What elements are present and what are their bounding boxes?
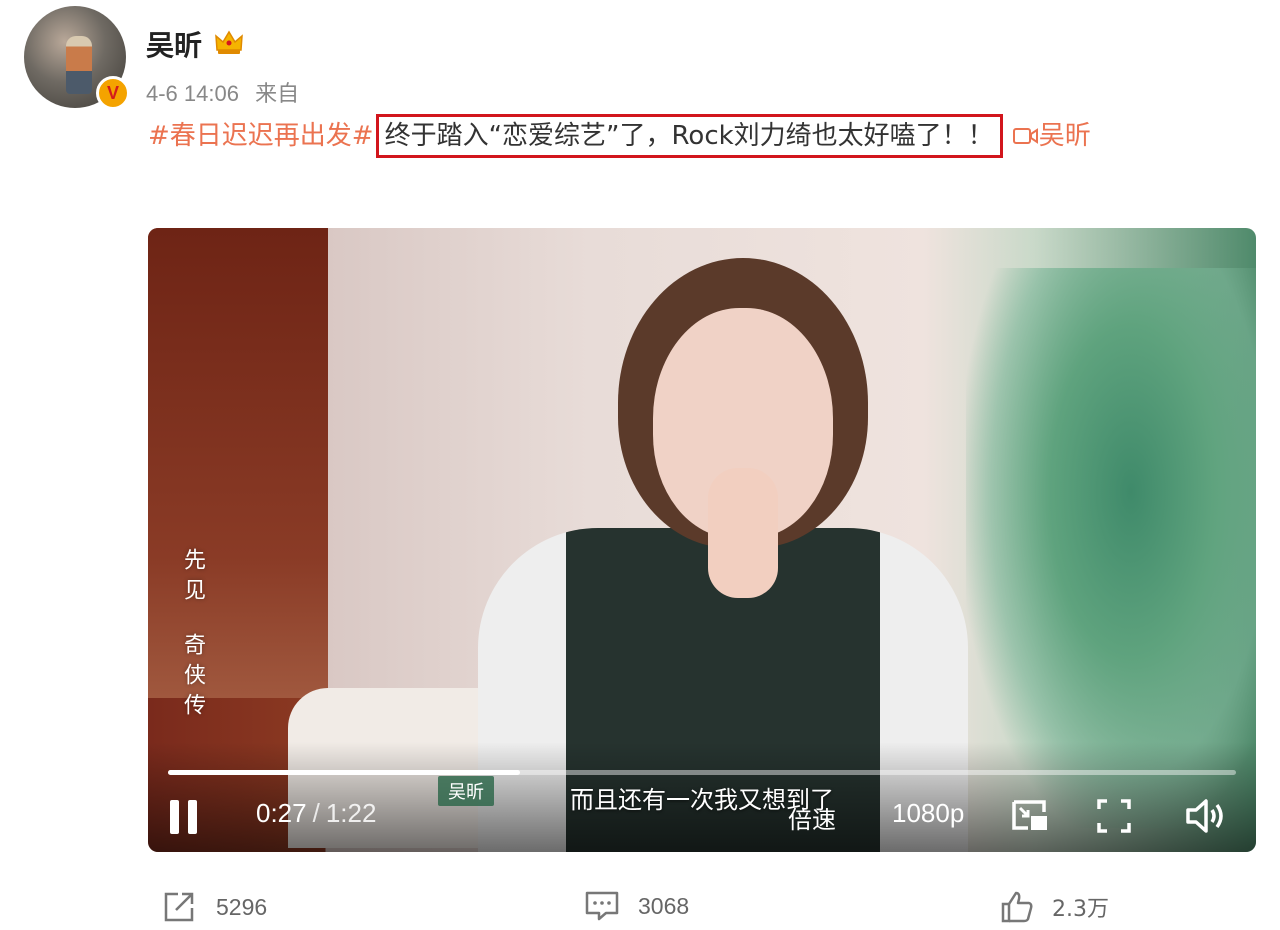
- video-link-icon: [1012, 128, 1038, 144]
- verified-badge: V: [96, 76, 130, 110]
- current-time: 0:27: [256, 798, 307, 828]
- progress-bar[interactable]: [168, 770, 1236, 775]
- highlighted-text: 终于踏入“恋爱综艺”了，Rock刘力绮也太好嗑了！！: [375, 114, 1003, 158]
- comment-icon: [585, 891, 619, 921]
- picture-in-picture-icon[interactable]: [1010, 798, 1050, 834]
- post-time[interactable]: 4-6 14:06: [146, 81, 239, 106]
- duration: 1:22: [325, 798, 377, 828]
- video-scene-hand: [708, 468, 778, 598]
- show-logo: 先见 奇侠传: [154, 548, 208, 748]
- video-player[interactable]: 先见 奇侠传 吴昕 而且还有一次我又想到了 0:27/1:22 倍速 1080p: [148, 228, 1256, 852]
- author-name[interactable]: 吴昕: [146, 24, 202, 64]
- action-bar: 5296 3068 2.3万: [0, 890, 1280, 930]
- fullscreen-icon[interactable]: [1096, 798, 1132, 834]
- time-separator: /: [312, 798, 320, 828]
- speed-button[interactable]: 倍速: [788, 800, 836, 835]
- forward-icon: [164, 892, 194, 922]
- time-display: 0:27/1:22: [256, 798, 376, 829]
- pause-button[interactable]: [166, 796, 206, 836]
- post-meta: 4-6 14:06 来自: [146, 76, 299, 108]
- mention-name: 吴昕: [1038, 121, 1091, 151]
- progress-fill: [168, 770, 521, 775]
- post-text: #春日迟迟再出发# 终于踏入“恋爱综艺”了，Rock刘力绮也太好嗑了！！ 吴昕: [148, 114, 1280, 158]
- volume-icon[interactable]: [1184, 796, 1228, 836]
- forward-count: 5296: [216, 893, 268, 920]
- comment-button[interactable]: 3068: [584, 890, 689, 922]
- hashtag-link[interactable]: #春日迟迟再出发#: [148, 121, 374, 151]
- video-mention-link[interactable]: 吴昕: [1012, 121, 1091, 151]
- forward-button[interactable]: 5296: [162, 890, 267, 924]
- quality-button[interactable]: 1080p: [892, 798, 964, 829]
- show-logo-line2: 奇侠传: [180, 633, 205, 723]
- like-button[interactable]: 2.3万: [1000, 890, 1109, 924]
- show-logo-line1: 先见: [180, 548, 205, 608]
- like-count: 2.3万: [1052, 897, 1109, 922]
- crown-icon: [215, 30, 243, 54]
- thumbs-up-icon: [1001, 891, 1033, 923]
- post-source: 来自: [255, 81, 300, 106]
- comment-count: 3068: [638, 892, 690, 919]
